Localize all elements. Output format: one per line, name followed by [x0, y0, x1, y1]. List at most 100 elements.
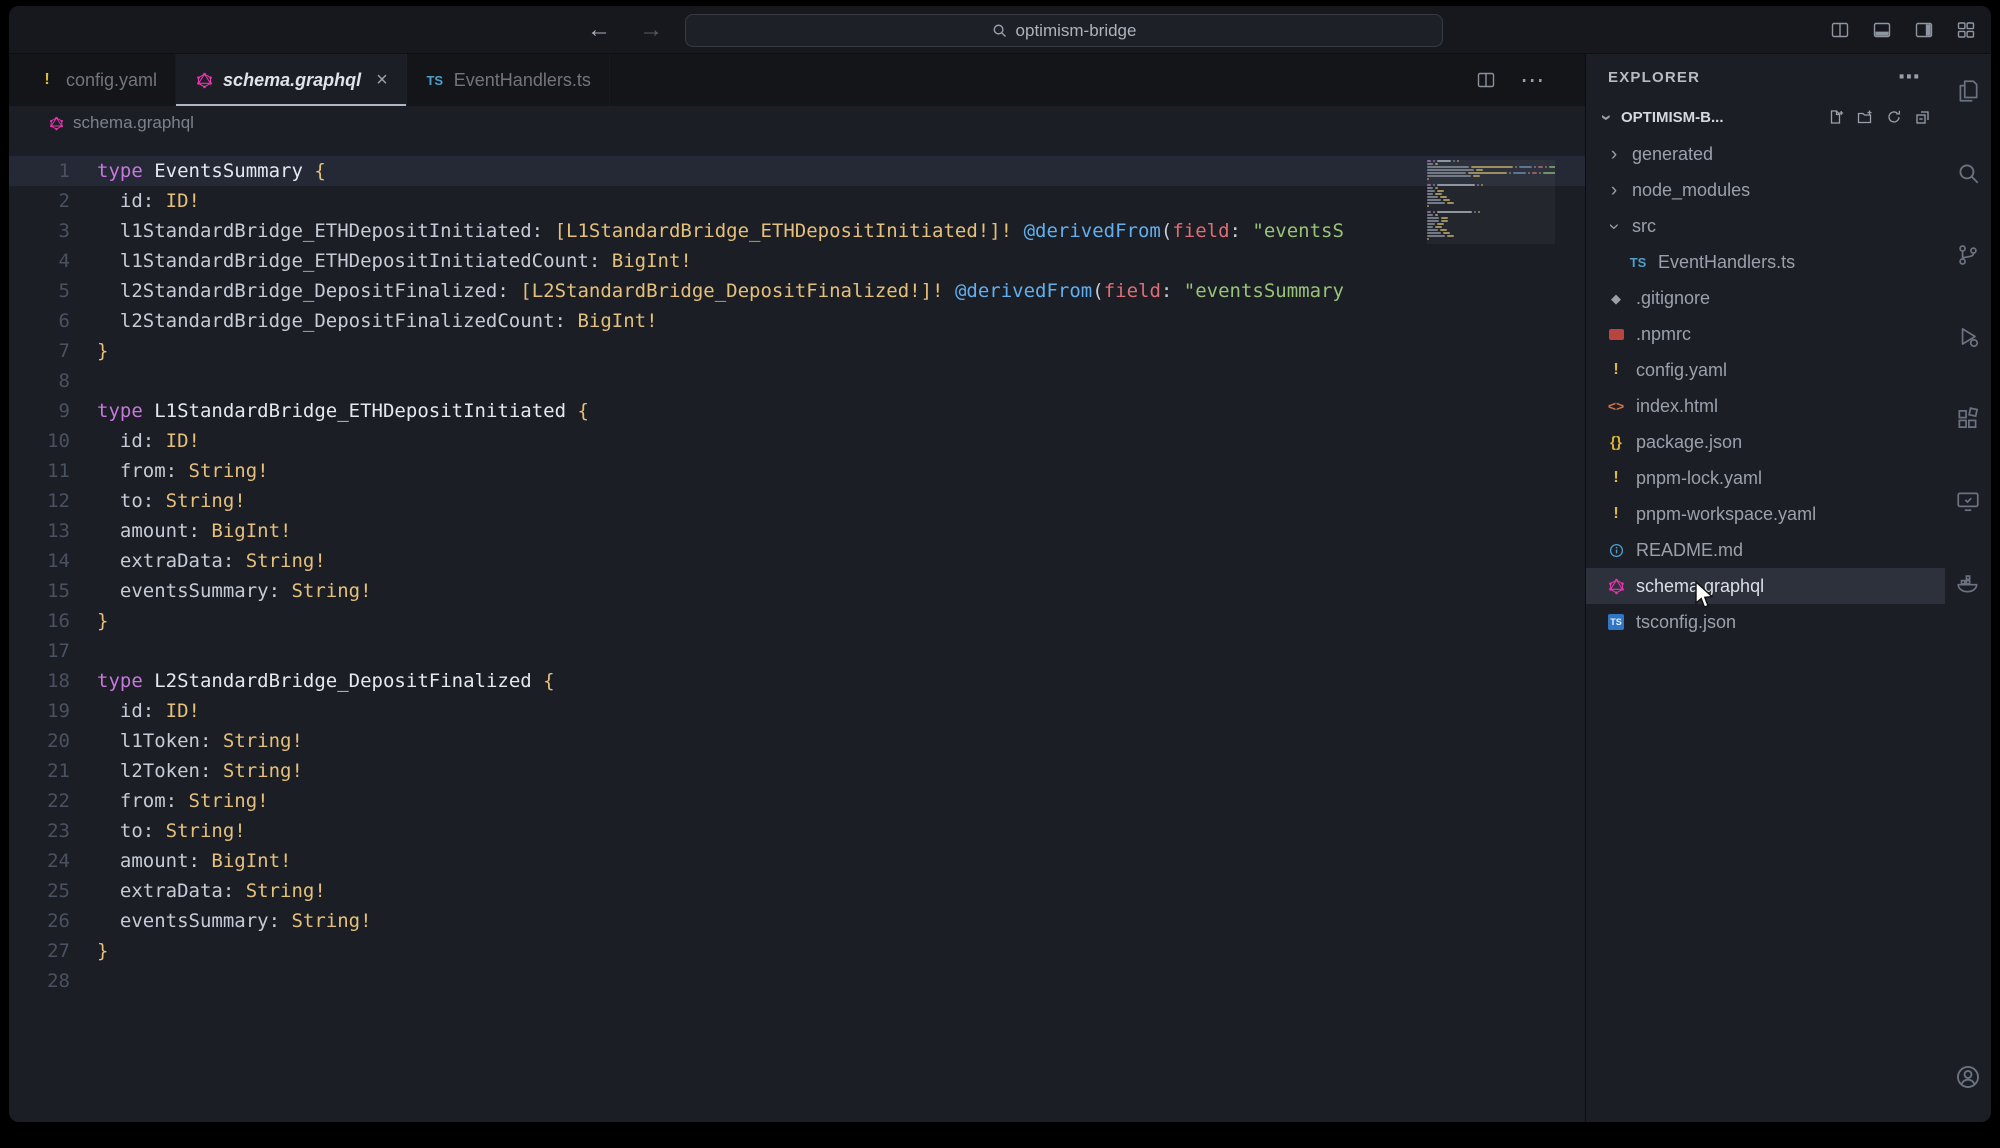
tree-item-tsconfig.json[interactable]: TStsconfig.json — [1586, 604, 1945, 640]
minimap-slider[interactable] — [1427, 160, 1555, 244]
code-line[interactable]: 20 l1Token: String! — [9, 726, 1585, 756]
panel-bottom-icon[interactable] — [1869, 17, 1895, 43]
code-line[interactable]: 25 extraData: String! — [9, 876, 1585, 906]
new-file-icon[interactable] — [1828, 109, 1844, 125]
code-line[interactable]: 15 eventsSummary: String! — [9, 576, 1585, 606]
line-number: 4 — [9, 246, 97, 276]
debug-icon[interactable] — [1953, 322, 1983, 352]
explorer-more-icon[interactable]: ⋯ — [1898, 64, 1921, 90]
code-line[interactable]: 27} — [9, 936, 1585, 966]
tab-config.yaml[interactable]: !config.yaml — [19, 54, 176, 106]
minimap[interactable] — [1427, 160, 1555, 244]
code-line[interactable]: 11 from: String! — [9, 456, 1585, 486]
tree-item-label: pnpm-lock.yaml — [1636, 468, 1762, 489]
code-line[interactable]: 13 amount: BigInt! — [9, 516, 1585, 546]
tree-item-src[interactable]: ›src — [1586, 208, 1945, 244]
code-line[interactable]: 19 id: ID! — [9, 696, 1585, 726]
code-line[interactable]: 5 l2StandardBridge_DepositFinalized: [L2… — [9, 276, 1585, 306]
tree-item-README.md[interactable]: README.md — [1586, 532, 1945, 568]
code-line[interactable]: 2 id: ID! — [9, 186, 1585, 216]
tree-item-schema.graphql[interactable]: schema.graphql — [1586, 568, 1945, 604]
line-number: 22 — [9, 786, 97, 816]
layout-grid-icon[interactable] — [1953, 17, 1979, 43]
tree-item-index.html[interactable]: <>index.html — [1586, 388, 1945, 424]
tree-item-pnpm-workspace.yaml[interactable]: !pnpm-workspace.yaml — [1586, 496, 1945, 532]
graphql-file-icon — [49, 116, 64, 131]
split-editor-icon[interactable] — [1476, 70, 1496, 90]
code-line[interactable]: 28 — [9, 966, 1585, 996]
account-icon[interactable] — [1953, 1062, 1983, 1092]
code-line[interactable]: 23 to: String! — [9, 816, 1585, 846]
tab-EventHandlers.ts[interactable]: TSEventHandlers.ts — [407, 54, 610, 106]
graphql-icon — [1606, 578, 1626, 595]
new-folder-icon[interactable] — [1857, 109, 1873, 125]
search-icon — [992, 23, 1007, 38]
tree-item-.npmrc[interactable]: .npmrc — [1586, 316, 1945, 352]
tree-item-node_modules[interactable]: ›node_modules — [1586, 172, 1945, 208]
code-line[interactable]: 3 l1StandardBridge_ETHDepositInitiated: … — [9, 216, 1585, 246]
code-line[interactable]: 14 extraData: String! — [9, 546, 1585, 576]
tree-item-label: node_modules — [1632, 180, 1750, 201]
tree-item-label: tsconfig.json — [1636, 612, 1736, 633]
code-line[interactable]: 10 id: ID! — [9, 426, 1585, 456]
tree-item-generated[interactable]: ›generated — [1586, 136, 1945, 172]
refresh-icon[interactable] — [1886, 109, 1902, 125]
code-line[interactable]: 6 l2StandardBridge_DepositFinalizedCount… — [9, 306, 1585, 336]
sidebar-right-icon[interactable] — [1911, 17, 1937, 43]
warning-icon: ! — [37, 72, 57, 88]
code-line[interactable]: 9type L1StandardBridge_ETHDepositInitiat… — [9, 396, 1585, 426]
ts-icon: TS — [1628, 256, 1648, 269]
code-line[interactable]: 26 eventsSummary: String! — [9, 906, 1585, 936]
tree-item-label: generated — [1632, 144, 1713, 165]
code-line[interactable]: 18type L2StandardBridge_DepositFinalized… — [9, 666, 1585, 696]
search-icon[interactable] — [1953, 158, 1983, 188]
info-icon — [1606, 543, 1626, 558]
line-number: 18 — [9, 666, 97, 696]
remote-window-icon[interactable] — [1953, 486, 1983, 516]
html-icon: <> — [1606, 399, 1626, 413]
collapse-all-icon[interactable] — [1915, 109, 1931, 125]
command-search-bar[interactable]: optimism-bridge — [685, 14, 1443, 47]
tree-item-config.yaml[interactable]: !config.yaml — [1586, 352, 1945, 388]
close-icon[interactable]: × — [376, 70, 388, 90]
line-number: 20 — [9, 726, 97, 756]
warning-icon: ! — [1606, 506, 1626, 522]
source-control-icon[interactable] — [1953, 240, 1983, 270]
back-button[interactable]: ← — [587, 16, 611, 44]
line-number: 6 — [9, 306, 97, 336]
tree-item-EventHandlers.ts[interactable]: TSEventHandlers.ts — [1586, 244, 1945, 280]
code-line[interactable]: 8 — [9, 366, 1585, 396]
code-line[interactable]: 7} — [9, 336, 1585, 366]
forward-button[interactable]: → — [639, 16, 663, 44]
explorer-title: EXPLORER — [1608, 69, 1700, 86]
files-icon[interactable] — [1953, 76, 1983, 106]
breadcrumb[interactable]: schema.graphql — [9, 106, 1585, 140]
code-line[interactable]: 17 — [9, 636, 1585, 666]
activity-bar — [1945, 54, 1991, 1122]
code-editor[interactable]: 1type EventsSummary {2 id: ID!3 l1Standa… — [9, 140, 1585, 1122]
split-columns-icon[interactable] — [1827, 17, 1853, 43]
code-text: extraData: String! — [97, 876, 1585, 906]
tree-item-.gitignore[interactable]: ◆.gitignore — [1586, 280, 1945, 316]
explorer-actions — [1828, 109, 1931, 125]
code-line[interactable]: 16} — [9, 606, 1585, 636]
more-actions-icon[interactable]: ⋯ — [1520, 66, 1545, 95]
code-line[interactable]: 1type EventsSummary { — [9, 156, 1585, 186]
code-line[interactable]: 21 l2Token: String! — [9, 756, 1585, 786]
code-text: l1StandardBridge_ETHDepositInitiatedCoun… — [97, 246, 1585, 276]
code-text: } — [97, 336, 1585, 366]
code-line[interactable]: 22 from: String! — [9, 786, 1585, 816]
code-line[interactable]: 12 to: String! — [9, 486, 1585, 516]
tab-schema.graphql[interactable]: schema.graphql× — [176, 54, 407, 106]
line-number: 16 — [9, 606, 97, 636]
code-line[interactable]: 24 amount: BigInt! — [9, 846, 1585, 876]
tree-item-pnpm-lock.yaml[interactable]: !pnpm-lock.yaml — [1586, 460, 1945, 496]
line-number: 15 — [9, 576, 97, 606]
project-root-row[interactable]: › OPTIMISM-B... — [1586, 100, 1945, 134]
docker-icon[interactable] — [1953, 568, 1983, 598]
code-text: from: String! — [97, 456, 1585, 486]
code-line[interactable]: 4 l1StandardBridge_ETHDepositInitiatedCo… — [9, 246, 1585, 276]
code-text: id: ID! — [97, 186, 1585, 216]
tree-item-package.json[interactable]: {}package.json — [1586, 424, 1945, 460]
extensions-icon[interactable] — [1953, 404, 1983, 434]
